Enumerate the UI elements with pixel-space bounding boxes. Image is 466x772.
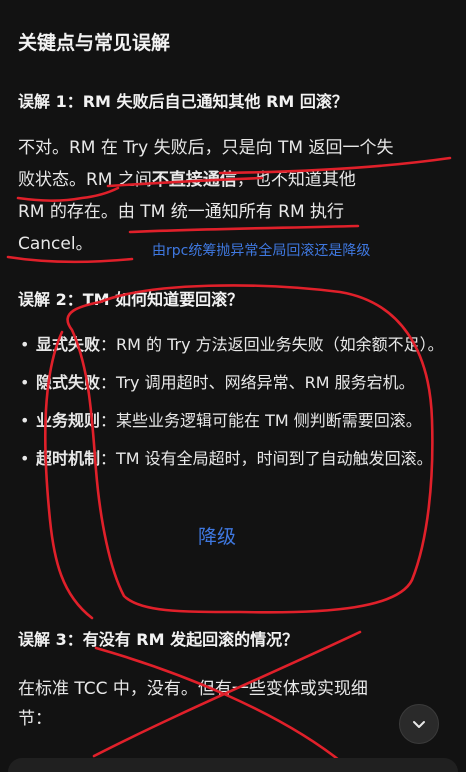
paragraph-3-line-1: 在标准 TCC 中，没有。但有一些变体或实现细 <box>18 679 368 699</box>
list-item: 业务规则：某些业务逻辑可能在 TM 侧判断需要回滚。 <box>18 406 448 435</box>
section-heading-2: 误解 2：TM 如何知道要回滚？ <box>18 290 244 309</box>
section-heading-3: 误解 3：有没有 RM 发起回滚的情况？ <box>18 630 299 649</box>
bullet-text: ：某些业务逻辑可能在 TM 侧判断需要回滚。 <box>100 411 422 430</box>
page-title: 关键点与常见误解 <box>18 32 171 54</box>
text-span: ，也不知道其他 <box>236 170 356 190</box>
bullet-text: ：Try 调用超时、网络异常、RM 服务宕机。 <box>100 373 415 392</box>
bullet-text: ：TM 设有全局超时，时间到了自动触发回滚。 <box>100 449 433 468</box>
bullet-key: 隐式失败 <box>36 373 101 392</box>
bullet-list: 显式失败：RM 的 Try 方法返回业务失败（如余额不足）。 隐式失败：Try … <box>18 330 448 482</box>
list-item: 显式失败：RM 的 Try 方法返回业务失败（如余额不足）。 <box>18 330 448 359</box>
chevron-down-icon <box>413 721 425 728</box>
handwritten-jiangji-note: 降级 <box>198 526 237 548</box>
paragraph-1-line-3: RM 的存在。由 TM 统一通知所有 RM 执行 <box>18 202 345 222</box>
paragraph-1-line-2: 败状态。RM 之间不直接通信，也不知道其他 <box>18 164 394 196</box>
bold-text: 不直接通信 <box>151 170 237 190</box>
bullet-text: ：RM 的 Try 方法返回业务失败（如余额不足）。 <box>100 335 444 354</box>
bullet-key: 超时机制 <box>36 449 101 468</box>
handwritten-blue-note: 由rpc统筹抛异常全局回滚还是降级 <box>152 243 371 259</box>
bullet-key: 显式失败 <box>36 335 101 354</box>
scroll-down-button[interactable] <box>399 704 439 744</box>
section-heading-1: 误解 1：RM 失败后自己通知其他 RM 回滚？ <box>18 92 348 111</box>
paragraph-1-line-1: 不对。RM 在 Try 失败后，只是向 TM 返回一个失 <box>18 138 394 158</box>
list-item: 超时机制：TM 设有全局超时，时间到了自动触发回滚。 <box>18 444 448 473</box>
text-span: 败状态。RM 之间 <box>18 170 152 190</box>
paragraph-3-line-2: 节： <box>18 709 52 729</box>
paragraph-3: 在标准 TCC 中，没有。但有一些变体或实现细 节： <box>18 674 368 734</box>
bullet-key: 业务规则 <box>36 411 101 430</box>
list-item: 隐式失败：Try 调用超时、网络异常、RM 服务宕机。 <box>18 368 448 397</box>
